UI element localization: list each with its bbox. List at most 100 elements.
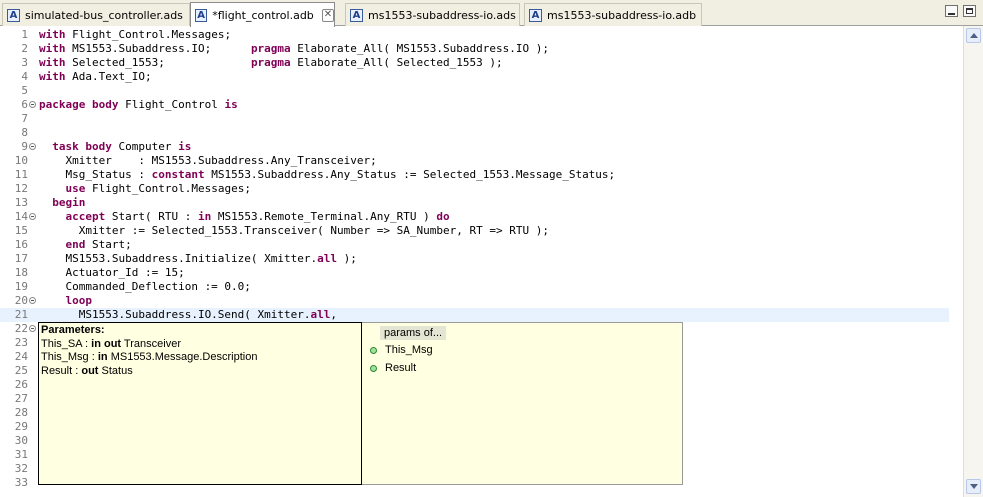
code-text: Commanded_Deflection := 0.0; [39, 280, 250, 294]
scroll-down-icon[interactable] [966, 479, 981, 494]
parameter-row: This_SA : in out Transceiver [41, 337, 181, 350]
code-token: MS1553.Subaddress.IO.Send( Xmitter. [39, 308, 311, 321]
tab-ms1553-subaddress-io-adb[interactable]: A ms1553-subaddress-io.adb [524, 3, 702, 26]
line-number: 6 [21, 98, 28, 111]
line-number: 30 [14, 434, 28, 447]
ada-file-icon: A [350, 8, 363, 22]
keyword: end [65, 238, 86, 251]
code-line[interactable]: 21 MS1553.Subaddress.IO.Send( Xmitter.al… [0, 308, 949, 322]
fold-toggle-icon[interactable] [29, 101, 36, 108]
keyword: with [39, 42, 66, 55]
code-text: Xmitter : MS1553.Subaddress.Any_Transcei… [39, 154, 377, 168]
keyword: with [39, 70, 66, 83]
code-token: Flight_Control.Messages; [85, 182, 251, 195]
fold-toggle-icon[interactable] [29, 213, 36, 220]
fold-toggle-icon[interactable] [29, 143, 36, 150]
parameter-icon [370, 346, 377, 354]
parameter-row: This_Msg : in MS1553.Message.Description [41, 351, 258, 363]
code-token: MS1553.Subaddress.IO; [65, 42, 251, 55]
keyword: with [39, 28, 66, 41]
code-line[interactable]: 7 [0, 112, 949, 126]
code-token: Xmitter : MS1553.Subaddress.Any_Transcei… [39, 154, 377, 167]
fold-toggle-icon[interactable] [29, 297, 36, 304]
line-number: 1 [21, 28, 28, 41]
tab-simulated-bus-controller-ads[interactable]: A simulated-bus_controller.ads [2, 3, 190, 26]
parameters-header: Parameters: [41, 324, 105, 336]
line-number: 19 [14, 280, 28, 293]
code-text: use Flight_Control.Messages; [39, 182, 251, 196]
line-number: 2 [21, 42, 28, 55]
keyword: task body [52, 140, 112, 153]
code-token: ); [337, 252, 357, 265]
code-line[interactable]: 6 package body Flight_Control is [0, 98, 949, 112]
code-line[interactable]: 17 MS1553.Subaddress.Initialize( Xmitter… [0, 252, 949, 266]
code-token: Selected_1553; [65, 56, 251, 69]
code-token: Start( RTU : [105, 210, 198, 223]
completion-item-this-msg[interactable]: This_Msg [370, 344, 433, 356]
keyword: all [317, 252, 338, 265]
code-text: MS1553.Subaddress.Initialize( Xmitter.al… [39, 252, 357, 266]
keyword: in [197, 210, 212, 223]
line-number: 26 [14, 378, 28, 391]
code-line[interactable]: 9 task body Computer is [0, 140, 949, 154]
line-number: 31 [14, 448, 28, 461]
line-number: 8 [21, 126, 28, 139]
code-text: begin [39, 196, 85, 210]
line-number: 15 [14, 224, 28, 237]
code-line[interactable]: 2 with MS1553.Subaddress.IO; pragma Elabo… [0, 42, 949, 56]
keyword: accept [65, 210, 106, 223]
parameter-hint-popup: Parameters: This_SA : in out Transceiver… [38, 322, 362, 485]
scroll-up-icon[interactable] [966, 28, 981, 43]
code-line[interactable]: 20 loop [0, 294, 949, 308]
code-line[interactable]: 13 begin [0, 196, 949, 210]
code-line[interactable]: 19 Commanded_Deflection := 0.0; [0, 280, 949, 294]
line-number: 12 [14, 182, 28, 195]
minimize-icon[interactable] [945, 5, 958, 17]
code-line[interactable]: 3 with Selected_1553; pragma Elaborate_Al… [0, 56, 949, 70]
code-line[interactable]: 18 Actuator_Id := 15; [0, 266, 949, 280]
line-number: 23 [14, 336, 28, 349]
code-line[interactable]: 15 Xmitter := Selected_1553.Transceiver(… [0, 224, 949, 238]
code-token: Start; [85, 238, 132, 251]
code-line[interactable]: 14 accept Start( RTU : in MS1553.Remote_… [0, 210, 949, 224]
keyword: do [436, 210, 450, 223]
code-line[interactable]: 1 with Flight_Control.Messages; [0, 28, 949, 42]
code-line[interactable]: 10 Xmitter : MS1553.Subaddress.Any_Trans… [0, 154, 949, 168]
code-line[interactable]: 16 end Start; [0, 238, 949, 252]
ada-file-icon: A [7, 8, 20, 22]
vertical-scrollbar[interactable] [963, 26, 983, 497]
code-line[interactable]: 12 use Flight_Control.Messages; [0, 182, 949, 196]
line-number: 7 [21, 112, 28, 125]
code-line[interactable]: 11 Msg_Status : constant MS1553.Subaddre… [0, 168, 949, 182]
code-line[interactable]: 8 [0, 126, 949, 140]
code-token: Msg_Status : [39, 168, 152, 181]
tab-ms1553-subaddress-io-ads[interactable]: A ms1553-subaddress-io.ads [345, 3, 520, 26]
tab-label: ms1553-subaddress-io.ads [368, 8, 516, 22]
tab-label: *flight_control.adb [212, 8, 314, 22]
parameter-icon [370, 364, 377, 372]
code-token: MS1553.Subaddress.Initialize( Xmitter. [39, 252, 318, 265]
tab-label: ms1553-subaddress-io.adb [547, 8, 697, 22]
completion-item-result[interactable]: Result [370, 362, 416, 374]
line-number: 27 [14, 392, 28, 405]
line-number: 24 [14, 350, 28, 363]
fold-toggle-icon[interactable] [29, 325, 36, 332]
code-token: Ada.Text_IO; [65, 70, 152, 83]
tab-label: simulated-bus_controller.ads [25, 8, 183, 22]
line-number: 32 [14, 462, 28, 475]
line-number: 21 [14, 308, 28, 321]
code-token: Xmitter := Selected_1553.Transceiver( Nu… [39, 224, 549, 237]
tab-flight-control-adb[interactable]: A *flight_control.adb ✕ [190, 2, 335, 27]
code-line[interactable]: 4 with Ada.Text_IO; [0, 70, 949, 84]
line-number: 22 [14, 322, 28, 335]
ada-file-icon: A [529, 8, 542, 22]
line-number: 33 [14, 476, 28, 489]
code-token: Computer [111, 140, 179, 153]
line-number: 28 [14, 406, 28, 419]
close-tab-icon[interactable]: ✕ [321, 8, 334, 22]
maximize-icon[interactable] [963, 5, 976, 17]
keyword: loop [65, 294, 93, 307]
code-line[interactable]: 5 [0, 84, 949, 98]
keyword: constant [151, 168, 205, 181]
